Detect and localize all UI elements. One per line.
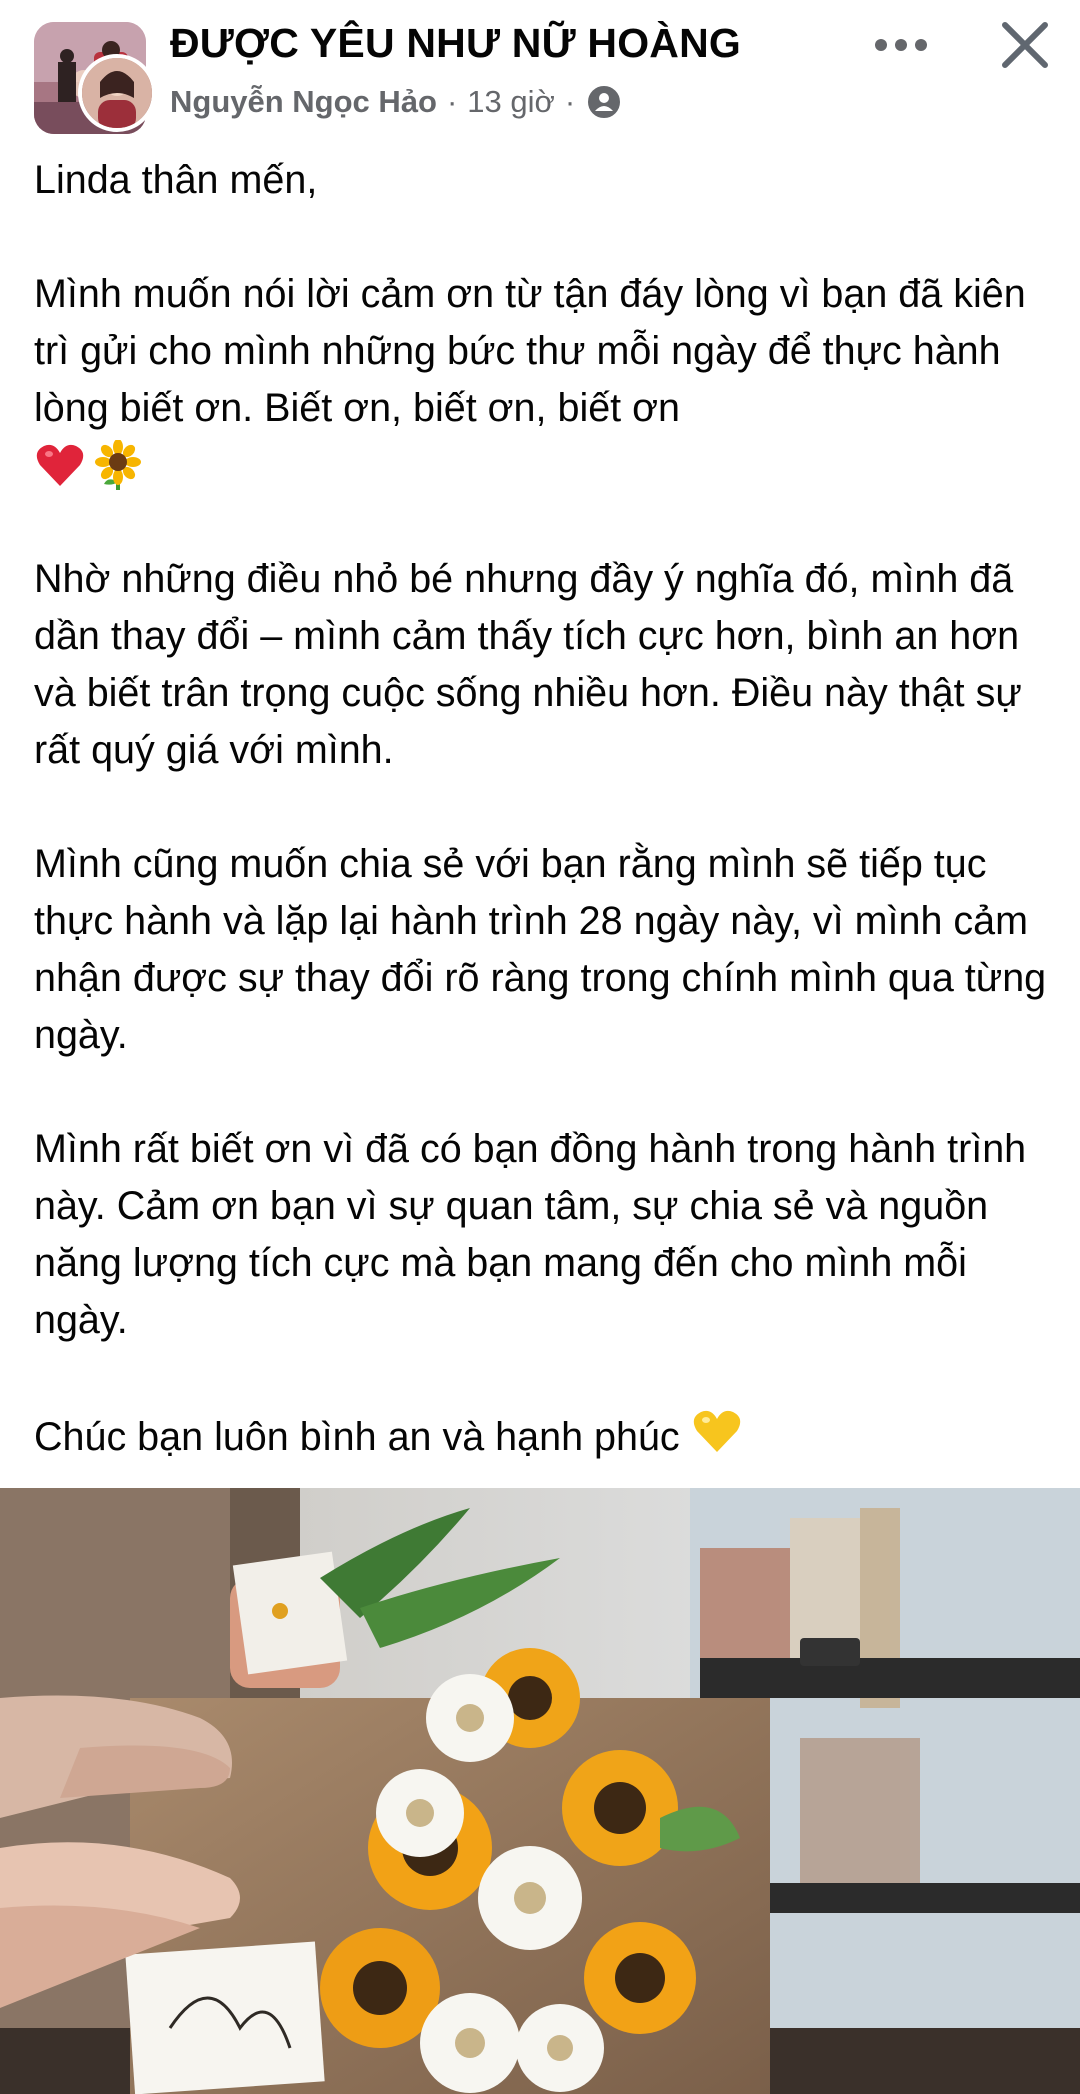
author-avatar[interactable] [78, 54, 156, 132]
close-icon [1002, 22, 1048, 68]
post-greeting: Linda thân mến, [34, 158, 318, 202]
yellow-heart-emoji [691, 1406, 743, 1458]
post-photo[interactable] [0, 1488, 1080, 2094]
meta-separator: · [446, 84, 458, 119]
post-time[interactable]: 13 giờ [467, 84, 555, 120]
close-button[interactable] [994, 14, 1056, 76]
post-header: ĐƯỢC YÊU NHƯ NỮ HOÀNG Nguyễn Ngọc Hảo · … [0, 0, 1080, 150]
public-globe-icon [587, 85, 621, 119]
meta-separator-2: · [564, 84, 576, 119]
author-name[interactable]: Nguyễn Ngọc Hảo [170, 84, 437, 120]
more-options-button[interactable] [868, 22, 934, 68]
sunflower-emoji [92, 438, 144, 492]
bouquet-photo-illustration [0, 1488, 1080, 2094]
post-body: Linda thân mến, Mình muốn nói lời cảm ơn… [34, 152, 1054, 1466]
post-closing: Chúc bạn luôn bình an và hạnh phúc [34, 1406, 1054, 1466]
paragraph-1-text: Mình muốn nói lời cảm ơn từ tận đáy lòng… [34, 272, 1026, 430]
post-meta: Nguyễn Ngọc Hảo · 13 giờ · [170, 84, 621, 120]
more-options-icon [875, 39, 927, 51]
red-heart-emoji [34, 440, 86, 492]
post-paragraph-2: Nhờ những điều nhỏ bé nhưng đầy ý nghĩa … [34, 557, 1022, 772]
paragraph-1-emojis [34, 437, 1054, 494]
group-name[interactable]: ĐƯỢC YÊU NHƯ NỮ HOÀNG [170, 20, 741, 67]
post-paragraph-4: Mình rất biết ơn vì đã có bạn đồng hành … [34, 1127, 1027, 1342]
post-paragraph-1: Mình muốn nói lời cảm ơn từ tận đáy lòng… [34, 266, 1054, 494]
post-paragraph-3: Mình cũng muốn chia sẻ với bạn rằng mình… [34, 842, 1047, 1057]
closing-text: Chúc bạn luôn bình an và hạnh phúc [34, 1415, 680, 1459]
